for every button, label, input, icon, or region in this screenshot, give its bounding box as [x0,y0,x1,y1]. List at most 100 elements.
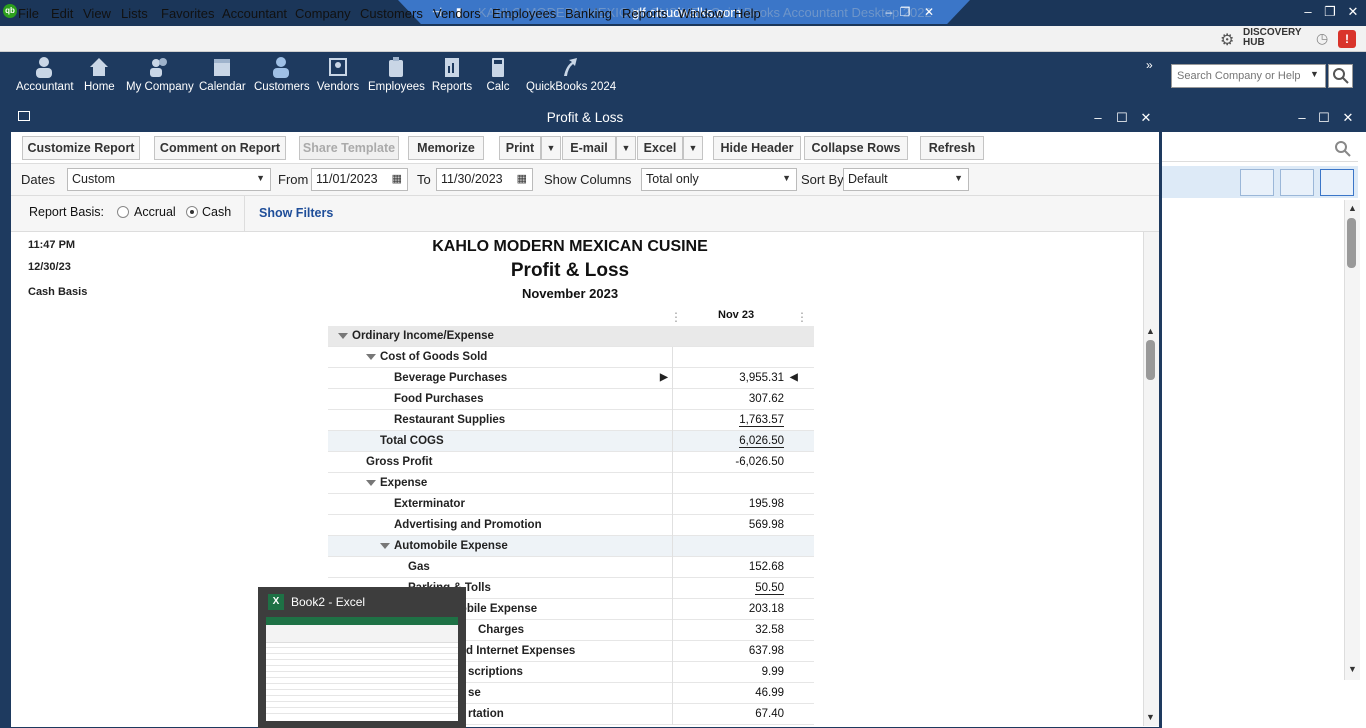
menu-view[interactable]: View [83,6,111,21]
table-row[interactable]: Gross Profit -6,026.50 [328,452,814,473]
table-row[interactable]: Automobile Expense [328,536,814,557]
table-row[interactable]: Gas 152.68 [328,557,814,578]
expand-toolbar-icon[interactable]: » [1146,58,1153,72]
bg-restore-icon[interactable]: ☐ [1314,110,1334,126]
excel-dropdown-icon[interactable]: ▼ [683,136,703,160]
scroll-down-icon[interactable]: ▼ [1146,712,1155,722]
report-scrollbar[interactable] [1143,232,1159,726]
show-filters-link[interactable]: Show Filters [259,206,333,220]
row-value[interactable]: 1,763.57 [739,414,784,427]
row-value[interactable]: 569.98 [749,519,784,531]
column-resize-handle[interactable]: ⋮ [670,310,682,324]
menu-window[interactable]: Window [678,6,724,21]
menu-vendors[interactable]: Vendors [433,6,481,21]
toolbar-quickbooks-2024[interactable]: QuickBooks 2024 [526,56,616,93]
bg-search-field[interactable] [1162,134,1358,162]
toolbar-home[interactable]: Home [84,56,115,93]
to-date-field[interactable]: 11/30/2023 ▦ [436,168,533,191]
report-maximize-icon[interactable]: ☐ [1112,110,1132,126]
column-nov23[interactable]: Nov 23 [718,309,754,321]
table-row[interactable]: Advertising and Promotion 569.98 [328,515,814,536]
toolbar-accountant[interactable]: Accountant [16,56,74,93]
menu-customers[interactable]: Customers [360,6,423,21]
toolbar-reports[interactable]: Reports [431,56,473,93]
menu-help[interactable]: Help [734,6,761,21]
print-dropdown-icon[interactable]: ▼ [541,136,561,160]
table-row[interactable]: Cost of Goods Sold [328,347,814,368]
app-restore-icon[interactable]: ❐ [1320,4,1340,20]
excel-button[interactable]: Excel [637,136,683,160]
comment-report-button[interactable]: Comment on Report [154,136,286,160]
hide-header-button[interactable]: Hide Header [713,136,801,160]
clock-icon[interactable]: ◷ [1316,30,1328,47]
bg-search-icon[interactable] [1334,140,1352,158]
discovery-hub[interactable]: DISCOVERY HUB [1243,28,1302,48]
collapse-icon[interactable] [338,332,348,339]
row-value[interactable]: 9.99 [762,666,784,678]
bg-scrollbar[interactable] [1344,200,1360,680]
report-close-icon[interactable]: ✕ [1136,110,1156,126]
collapse-icon[interactable] [366,479,376,486]
bg-scroll-down-icon[interactable]: ▼ [1348,664,1357,674]
report-minimize-icon[interactable]: – [1088,110,1108,125]
toolbar-customers[interactable]: Customers [254,56,310,93]
table-row[interactable]: Beverage Purchases ▶ 3,955.31 ◀ [328,368,814,389]
menu-company[interactable]: Company [295,6,351,21]
row-value[interactable]: 152.68 [749,561,784,573]
toolbar-my-company[interactable]: My Company [126,56,194,93]
show-columns-select[interactable]: Total only ▼ [641,168,797,191]
toolbar-employees[interactable]: Employees [368,56,425,93]
table-row[interactable]: Food Purchases 307.62 [328,389,814,410]
email-dropdown-icon[interactable]: ▼ [616,136,636,160]
collapse-rows-button[interactable]: Collapse Rows [804,136,908,160]
remote-restore-icon[interactable]: ❐ [896,3,914,21]
calendar-icon[interactable]: ▦ [392,172,402,185]
menu-edit[interactable]: Edit [51,6,73,21]
menu-file[interactable]: File [18,6,39,21]
toolbar-calc[interactable]: Calc [484,56,512,93]
from-date-field[interactable]: 11/01/2023 ▦ [311,168,408,191]
menu-employees[interactable]: Employees [492,6,556,21]
share-template-button[interactable]: Share Template [299,136,399,160]
collapse-icon[interactable] [366,353,376,360]
print-button[interactable]: Print [499,136,541,160]
menu-accountant[interactable]: Accountant [222,6,287,21]
menu-lists[interactable]: Lists [121,6,148,21]
table-row[interactable]: Ordinary Income/Expense [328,326,814,347]
grid-view-icon[interactable] [1320,169,1354,196]
single-view-icon[interactable] [1240,169,1274,196]
row-value[interactable]: 637.98 [749,645,784,657]
row-value[interactable]: 46.99 [755,687,784,699]
accrual-label[interactable]: Accrual [134,205,176,219]
toolbar-vendors[interactable]: Vendors [316,56,360,93]
collapse-icon[interactable] [380,542,390,549]
remote-close-icon[interactable]: ✕ [920,3,938,21]
row-value[interactable]: 6,026.50 [739,435,784,448]
row-value[interactable]: 3,955.31 [739,372,784,384]
row-value[interactable]: -6,026.50 [735,456,784,468]
memorize-button[interactable]: Memorize [408,136,484,160]
bg-minimize-icon[interactable]: – [1292,110,1312,125]
row-value[interactable]: 67.40 [755,708,784,720]
bg-close-icon[interactable]: ✕ [1338,110,1358,126]
sort-by-select[interactable]: Default ▼ [843,168,969,191]
search-dropdown-icon[interactable]: ▼ [1310,69,1319,79]
accrual-radio[interactable] [117,206,129,218]
dates-select[interactable]: Custom ▼ [67,168,271,191]
alert-icon[interactable]: ! [1338,30,1356,48]
list-view-icon[interactable] [1280,169,1314,196]
row-value[interactable]: 32.58 [755,624,784,636]
menu-reports[interactable]: Reports [622,6,668,21]
menu-banking[interactable]: Banking [565,6,612,21]
row-value[interactable]: 203.18 [749,603,784,615]
table-row[interactable]: Restaurant Supplies 1,763.57 [328,410,814,431]
row-value[interactable]: 307.62 [749,393,784,405]
scroll-up-icon[interactable]: ▲ [1146,326,1155,336]
column-resize-handle[interactable]: ⋮ [796,310,808,324]
app-close-icon[interactable]: ✕ [1343,4,1363,20]
row-value[interactable]: 195.98 [749,498,784,510]
refresh-button[interactable]: Refresh [920,136,984,160]
calendar-icon[interactable]: ▦ [517,172,527,185]
row-value[interactable]: 50.50 [755,582,784,595]
toolbar-calendar[interactable]: Calendar [199,56,246,93]
